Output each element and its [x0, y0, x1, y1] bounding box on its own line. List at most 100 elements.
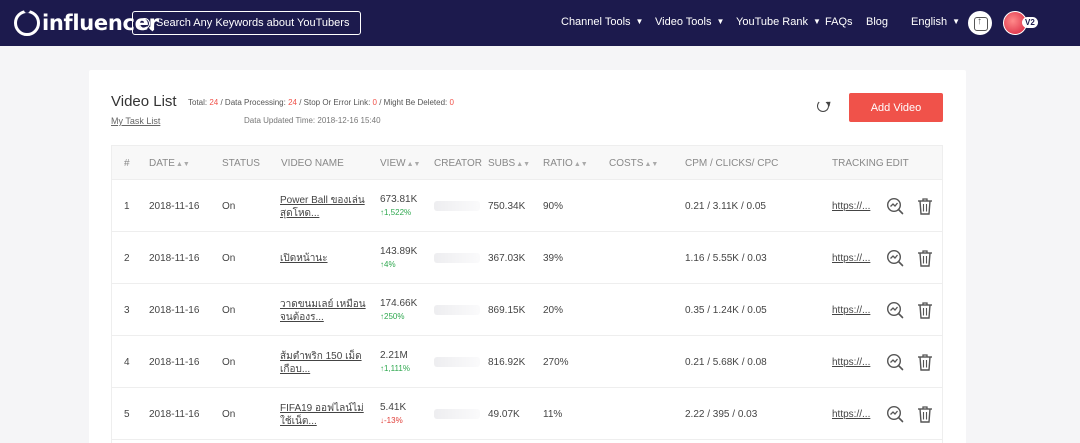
creator-avatar[interactable]	[434, 409, 480, 419]
row-date: 2018-11-16	[149, 305, 200, 316]
top-nav: influencer Channel Tools▼ Video Tools▼ Y…	[0, 0, 1080, 46]
table-row: 3 2018-11-16 On วาดขนมเลย์ เหมือน จนต้องร...…	[112, 284, 942, 336]
row-num: 1	[124, 201, 130, 212]
nav-channel-tools-label: Channel Tools	[561, 16, 631, 28]
tracking-link[interactable]: https://...	[832, 253, 870, 264]
row-num: 5	[124, 409, 130, 420]
col-ratio-label: RATIO	[543, 158, 573, 169]
creator-avatar[interactable]	[434, 357, 480, 367]
caret-down-icon: ▼	[716, 17, 725, 26]
trash-icon[interactable]	[917, 405, 933, 423]
analytics-icon[interactable]	[886, 301, 904, 319]
col-costs-label: COSTS	[609, 158, 644, 169]
analytics-icon[interactable]	[886, 249, 904, 267]
trash-icon[interactable]	[917, 353, 933, 371]
nav-channel-tools[interactable]: Channel Tools ▼	[561, 16, 643, 28]
row-view-change: ↑1,111%	[380, 364, 410, 373]
caret-down-icon: ▼	[635, 17, 644, 26]
caret-down-icon: ▼	[812, 17, 821, 26]
row-status: On	[222, 253, 236, 264]
row-status: On	[222, 305, 236, 316]
search-box[interactable]	[132, 11, 361, 35]
col-ratio[interactable]: RATIO▲▼	[543, 158, 588, 169]
tracking-link[interactable]: https://...	[832, 409, 870, 420]
row-subs: 816.92K	[488, 357, 526, 368]
refresh-icon[interactable]	[817, 100, 829, 112]
row-cpm: 0.35 / 1.24K / 0.05	[685, 305, 767, 316]
row-ratio: 90%	[543, 201, 564, 212]
row-subs: 750.34K	[488, 201, 526, 212]
row-date: 2018-11-16	[149, 357, 200, 368]
tracking-link[interactable]: https://...	[832, 357, 870, 368]
row-cpm: 2.22 / 395 / 0.03	[685, 409, 758, 420]
row-ratio: 20%	[543, 305, 564, 316]
video-name-line-2: จนต้องร...	[280, 312, 324, 323]
video-name-link[interactable]: FIFA19 ออฟไลน์ไม่ใช้เน็ต...	[280, 402, 372, 428]
video-name-link[interactable]: Power Ball ของเล่น สุดโหด...	[280, 194, 372, 220]
page-title: Video List	[111, 93, 177, 110]
creator-avatar[interactable]	[434, 201, 480, 211]
data-updated-time: Data Updated Time: 2018-12-16 15:40	[244, 116, 381, 125]
row-ratio: 39%	[543, 253, 564, 264]
col-status: STATUS	[222, 158, 260, 169]
nav-language[interactable]: English ▼	[911, 16, 960, 28]
row-view-change: ↑1,522%	[380, 208, 412, 217]
trash-icon[interactable]	[917, 197, 933, 215]
sort-icon: ▲▼	[175, 161, 190, 168]
row-num: 2	[124, 253, 130, 264]
col-num: #	[124, 158, 130, 169]
video-name-line-1: FIFA19 ออฟไลน์ไม่	[280, 403, 364, 414]
upload-icon[interactable]	[968, 11, 992, 35]
video-name-line-2: ใช้เน็ต...	[280, 416, 317, 427]
row-num: 4	[124, 357, 130, 368]
col-view-label: VIEW	[380, 158, 406, 169]
search-input[interactable]	[156, 17, 356, 29]
sort-icon: ▲▼	[644, 161, 659, 168]
table-row: 5 2018-11-16 On FIFA19 ออฟไลน์ไม่ ใช้เน็ต...…	[112, 388, 942, 440]
row-subs: 367.03K	[488, 253, 526, 264]
row-view-change: ↓-13%	[380, 416, 403, 425]
row-status: On	[222, 409, 236, 420]
nav-blog[interactable]: Blog	[866, 16, 888, 28]
trash-icon[interactable]	[917, 301, 933, 319]
col-creator: CREATOR	[434, 158, 482, 169]
col-subs-label: SUBS	[488, 158, 516, 169]
nav-video-tools[interactable]: Video Tools ▼	[655, 16, 724, 28]
row-status: On	[222, 357, 236, 368]
nav-youtube-rank[interactable]: YouTube Rank ▼	[736, 16, 821, 28]
nav-video-tools-label: Video Tools	[655, 16, 712, 28]
analytics-icon[interactable]	[886, 197, 904, 215]
sort-icon: ▲▼	[573, 161, 588, 168]
video-name-line-1: เปิดหน้านะ	[280, 253, 328, 264]
col-date[interactable]: DATE▲▼	[149, 158, 190, 169]
deleted-value: 0	[449, 98, 454, 107]
add-video-button[interactable]: Add Video	[849, 93, 943, 122]
my-task-list-link[interactable]: My Task List	[111, 116, 160, 126]
video-table: # DATE▲▼ STATUS VIDEO NAME VIEW▲▼ CREATO…	[111, 145, 943, 443]
tracking-link[interactable]: https://...	[832, 305, 870, 316]
nav-faqs[interactable]: FAQs	[825, 16, 853, 28]
trash-icon[interactable]	[917, 249, 933, 267]
col-date-label: DATE	[149, 158, 175, 169]
table-row: 1 2018-11-16 On Power Ball ของเล่น สุดโหด...…	[112, 180, 942, 232]
row-date: 2018-11-16	[149, 201, 200, 212]
analytics-icon[interactable]	[886, 353, 904, 371]
row-date: 2018-11-16	[149, 253, 200, 264]
creator-avatar[interactable]	[434, 253, 480, 263]
video-name-link[interactable]: ส้มตำพริก 150 เม็ด เกือบ...	[280, 350, 372, 376]
row-view-change: ↑4%	[380, 260, 396, 269]
sort-icon: ▲▼	[516, 161, 531, 168]
deleted-label: / Might Be Deleted:	[377, 98, 450, 107]
col-costs[interactable]: COSTS▲▼	[609, 158, 658, 169]
tracking-link[interactable]: https://...	[832, 201, 870, 212]
col-view[interactable]: VIEW▲▼	[380, 158, 420, 169]
video-name-link[interactable]: เปิดหน้านะ	[280, 252, 372, 265]
analytics-icon[interactable]	[886, 405, 904, 423]
error-label: / Stop Or Error Link:	[296, 98, 373, 107]
video-list-card: Video List Total: 24 / Data Processing: …	[89, 70, 966, 443]
creator-avatar[interactable]	[434, 305, 480, 315]
col-subs[interactable]: SUBS▲▼	[488, 158, 530, 169]
row-views: 2.21M	[380, 350, 408, 361]
video-name-link[interactable]: วาดขนมเลย์ เหมือน จนต้องร...	[280, 298, 372, 324]
processing-value: 24	[288, 98, 297, 107]
